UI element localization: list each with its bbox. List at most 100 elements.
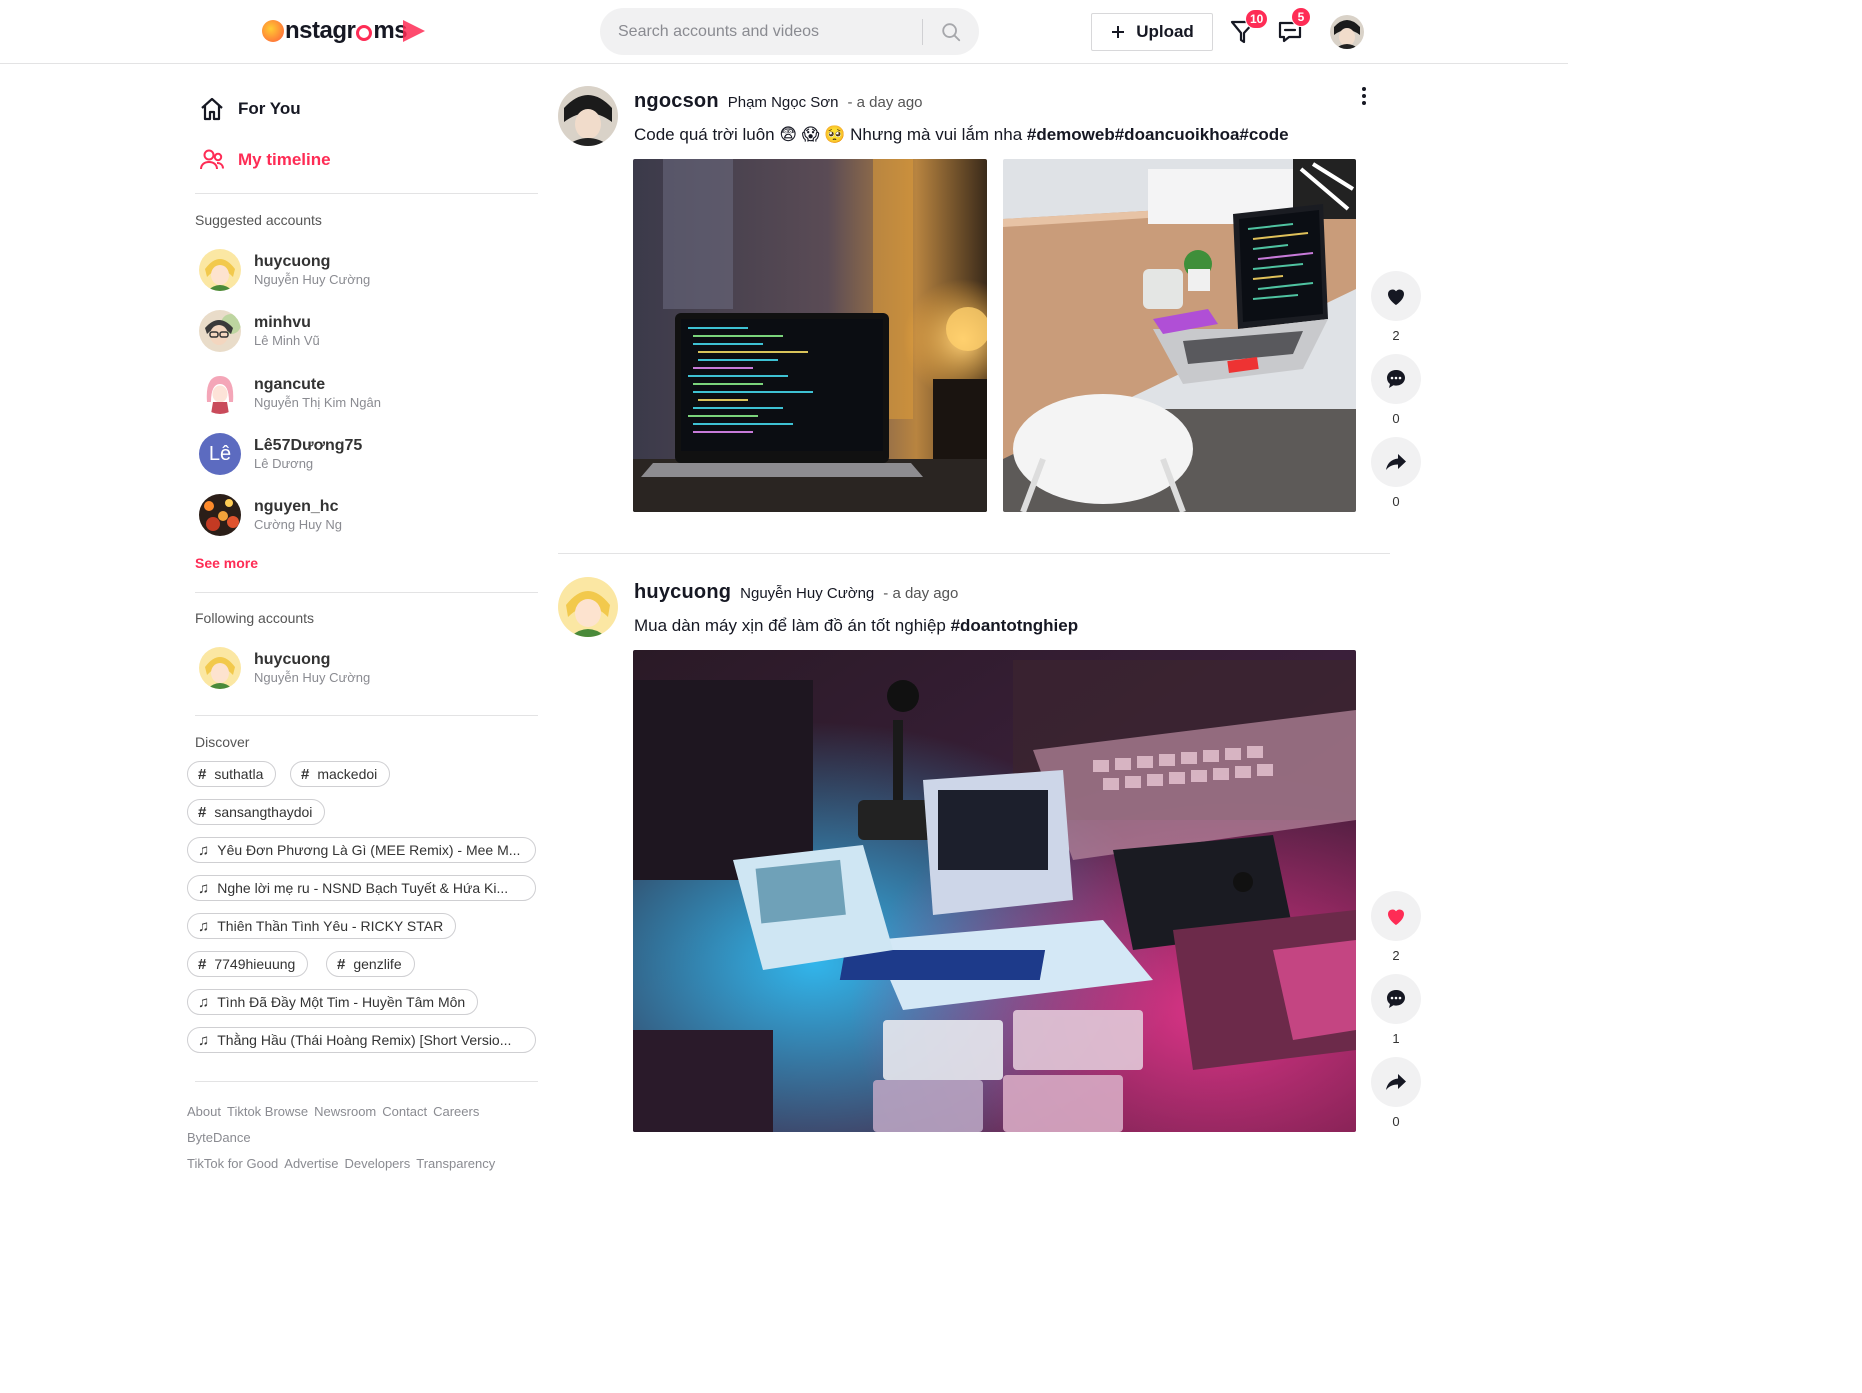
- footer-link[interactable]: Newsroom: [314, 1104, 376, 1119]
- users-icon: [200, 149, 224, 170]
- footer-link[interactable]: ByteDance: [187, 1130, 251, 1145]
- footer-link[interactable]: Developers: [344, 1156, 410, 1171]
- account-username: huycuong: [254, 253, 331, 270]
- comment-count: 0: [1392, 411, 1400, 426]
- discover-title: Discover: [195, 734, 250, 750]
- tag-label: sansangthaydoi: [214, 804, 313, 820]
- logo-triangle-icon: [403, 20, 426, 42]
- caption-text: Mua dàn máy xịn để làm đồ án tốt nghiệp: [634, 616, 951, 635]
- post-time: - a day ago: [847, 94, 923, 111]
- discover-music[interactable]: ♫ Tình Đã Đầy Một Tim - Huyền Tâm Môn: [187, 989, 479, 1015]
- post-caption: Code quá trời luôn 😨 😱 🥺 Nhưng mà vui lắ…: [634, 125, 1289, 145]
- share-button[interactable]: [1371, 1057, 1421, 1107]
- post-image[interactable]: [1003, 159, 1356, 512]
- comment-icon: [1386, 370, 1405, 388]
- avatar-initial: Lê: [199, 433, 241, 475]
- suggested-account[interactable]: huycuong Nguyễn Huy Cường: [199, 249, 370, 291]
- post-header: ngocson Phạm Ngọc Sơn - a day ago: [634, 90, 923, 113]
- discover-hashtag[interactable]: # sansangthaydoi: [187, 799, 326, 825]
- suggested-account[interactable]: nguyen_hc Cường Huy Ng: [199, 494, 342, 536]
- footer-link[interactable]: Transparency: [416, 1156, 495, 1171]
- logo-text-2: ms: [373, 17, 408, 44]
- share-icon: [1386, 1074, 1406, 1090]
- discover-music[interactable]: ♫ Nghe lời mẹ ru - NSND Bạch Tuyết & Hứa …: [187, 875, 536, 901]
- comment-button[interactable]: [1371, 354, 1421, 404]
- nav-my-timeline[interactable]: My timeline: [199, 147, 331, 173]
- footer-link[interactable]: About: [187, 1104, 221, 1119]
- hashtag-icon: #: [198, 803, 207, 821]
- hashtag-icon: #: [198, 765, 207, 783]
- messages-badge: 5: [1291, 7, 1311, 27]
- search-icon: [941, 22, 960, 41]
- post-more-button[interactable]: [1354, 84, 1374, 108]
- like-button[interactable]: [1371, 271, 1421, 321]
- app-logo[interactable]: nstagr ms: [262, 14, 426, 48]
- account-fullname: Cường Huy Ng: [254, 517, 343, 532]
- footer-link[interactable]: Contact: [382, 1104, 427, 1119]
- tag-label: genzlife: [353, 956, 402, 972]
- account-username: minhvu: [254, 314, 311, 331]
- post-author-avatar[interactable]: [558, 577, 618, 637]
- plus-icon: [1112, 26, 1125, 38]
- avatar: [199, 494, 241, 536]
- upload-label: Upload: [1136, 22, 1194, 41]
- post-fullname: Nguyễn Huy Cường: [740, 585, 875, 602]
- account-fullname: Nguyễn Huy Cường: [254, 670, 371, 685]
- search-input[interactable]: [618, 22, 918, 41]
- upload-button[interactable]: Upload: [1091, 13, 1213, 51]
- post-image[interactable]: [633, 650, 1356, 1132]
- logo-o-icon: [356, 25, 373, 41]
- sidebar-divider: [195, 193, 538, 194]
- comment-button[interactable]: [1371, 974, 1421, 1024]
- discover-music[interactable]: ♫ Thiên Thần Tình Yêu - RICKY STAR: [187, 913, 457, 939]
- profile-avatar[interactable]: [1330, 15, 1364, 49]
- see-more-link[interactable]: See more: [195, 555, 258, 571]
- inbox-button[interactable]: 10: [1229, 9, 1269, 46]
- post-image[interactable]: [633, 159, 987, 512]
- suggested-account[interactable]: Lê Lê57Dương75 Lê Dương: [199, 433, 362, 475]
- discover-hashtag[interactable]: # genzlife: [326, 951, 415, 977]
- music-note-icon: ♫: [198, 879, 210, 897]
- tag-label: Thiên Thần Tình Yêu - RICKY STAR: [217, 918, 444, 934]
- discover-music[interactable]: ♫ Thằng Hầu (Thái Hoàng Remix) [Short Ver…: [187, 1027, 536, 1053]
- avatar: [199, 310, 241, 352]
- footer-link[interactable]: Advertise: [284, 1156, 338, 1171]
- nav-my-timeline-label: My timeline: [238, 150, 331, 169]
- account-fullname: Nguyễn Thị Kim Ngân: [254, 395, 381, 410]
- suggested-account[interactable]: minhvu Lê Minh Vũ: [199, 310, 320, 352]
- tag-label: Yêu Đơn Phương Là Gì (MEE Remix) - Mee M…: [217, 842, 521, 858]
- post-author-avatar[interactable]: [558, 86, 618, 146]
- account-fullname: Nguyễn Huy Cường: [254, 272, 371, 287]
- tag-label: Thằng Hầu (Thái Hoàng Remix) [Short Vers…: [217, 1032, 512, 1048]
- share-count: 0: [1392, 1114, 1400, 1129]
- messages-button[interactable]: 5: [1277, 7, 1311, 46]
- logo-mark-icon: [262, 20, 284, 42]
- nav-for-you[interactable]: For You: [199, 96, 301, 122]
- share-icon: [1386, 454, 1406, 470]
- post-username[interactable]: ngocson: [634, 90, 719, 113]
- account-username: ngancute: [254, 376, 326, 393]
- footer-link[interactable]: Tiktok Browse: [227, 1104, 308, 1119]
- music-note-icon: ♫: [198, 993, 210, 1011]
- discover-hashtag[interactable]: # suthatla: [187, 761, 277, 787]
- tag-label: Tình Đã Đầy Một Tim - Huyền Tâm Môn: [217, 994, 466, 1010]
- post-username[interactable]: huycuong: [634, 581, 731, 604]
- footer-link[interactable]: Careers: [433, 1104, 479, 1119]
- post-fullname: Phạm Ngọc Sơn: [727, 94, 839, 111]
- caption-hashtags[interactable]: #demoweb#doancuoikhoa#code: [1027, 125, 1289, 144]
- caption-hashtags[interactable]: #doantotnghiep: [951, 616, 1078, 635]
- comment-icon: [1386, 990, 1405, 1008]
- music-note-icon: ♫: [198, 917, 210, 935]
- discover-music[interactable]: ♫ Yêu Đơn Phương Là Gì (MEE Remix) - Mee …: [187, 837, 536, 863]
- like-count: 2: [1392, 948, 1400, 963]
- footer-link[interactable]: TikTok for Good: [187, 1156, 278, 1171]
- discover-hashtag[interactable]: #7749hieuung: [187, 951, 309, 977]
- like-button[interactable]: [1371, 891, 1421, 941]
- discover-hashtag[interactable]: # mackedoi: [290, 761, 391, 787]
- following-account[interactable]: huycuong Nguyễn Huy Cường: [199, 647, 370, 689]
- account-fullname: Lê Dương: [254, 456, 314, 471]
- comment-count: 1: [1392, 1031, 1400, 1046]
- share-button[interactable]: [1371, 437, 1421, 487]
- suggested-account[interactable]: ngancute Nguyễn Thị Kim Ngân: [199, 372, 381, 414]
- search-button[interactable]: [923, 8, 978, 55]
